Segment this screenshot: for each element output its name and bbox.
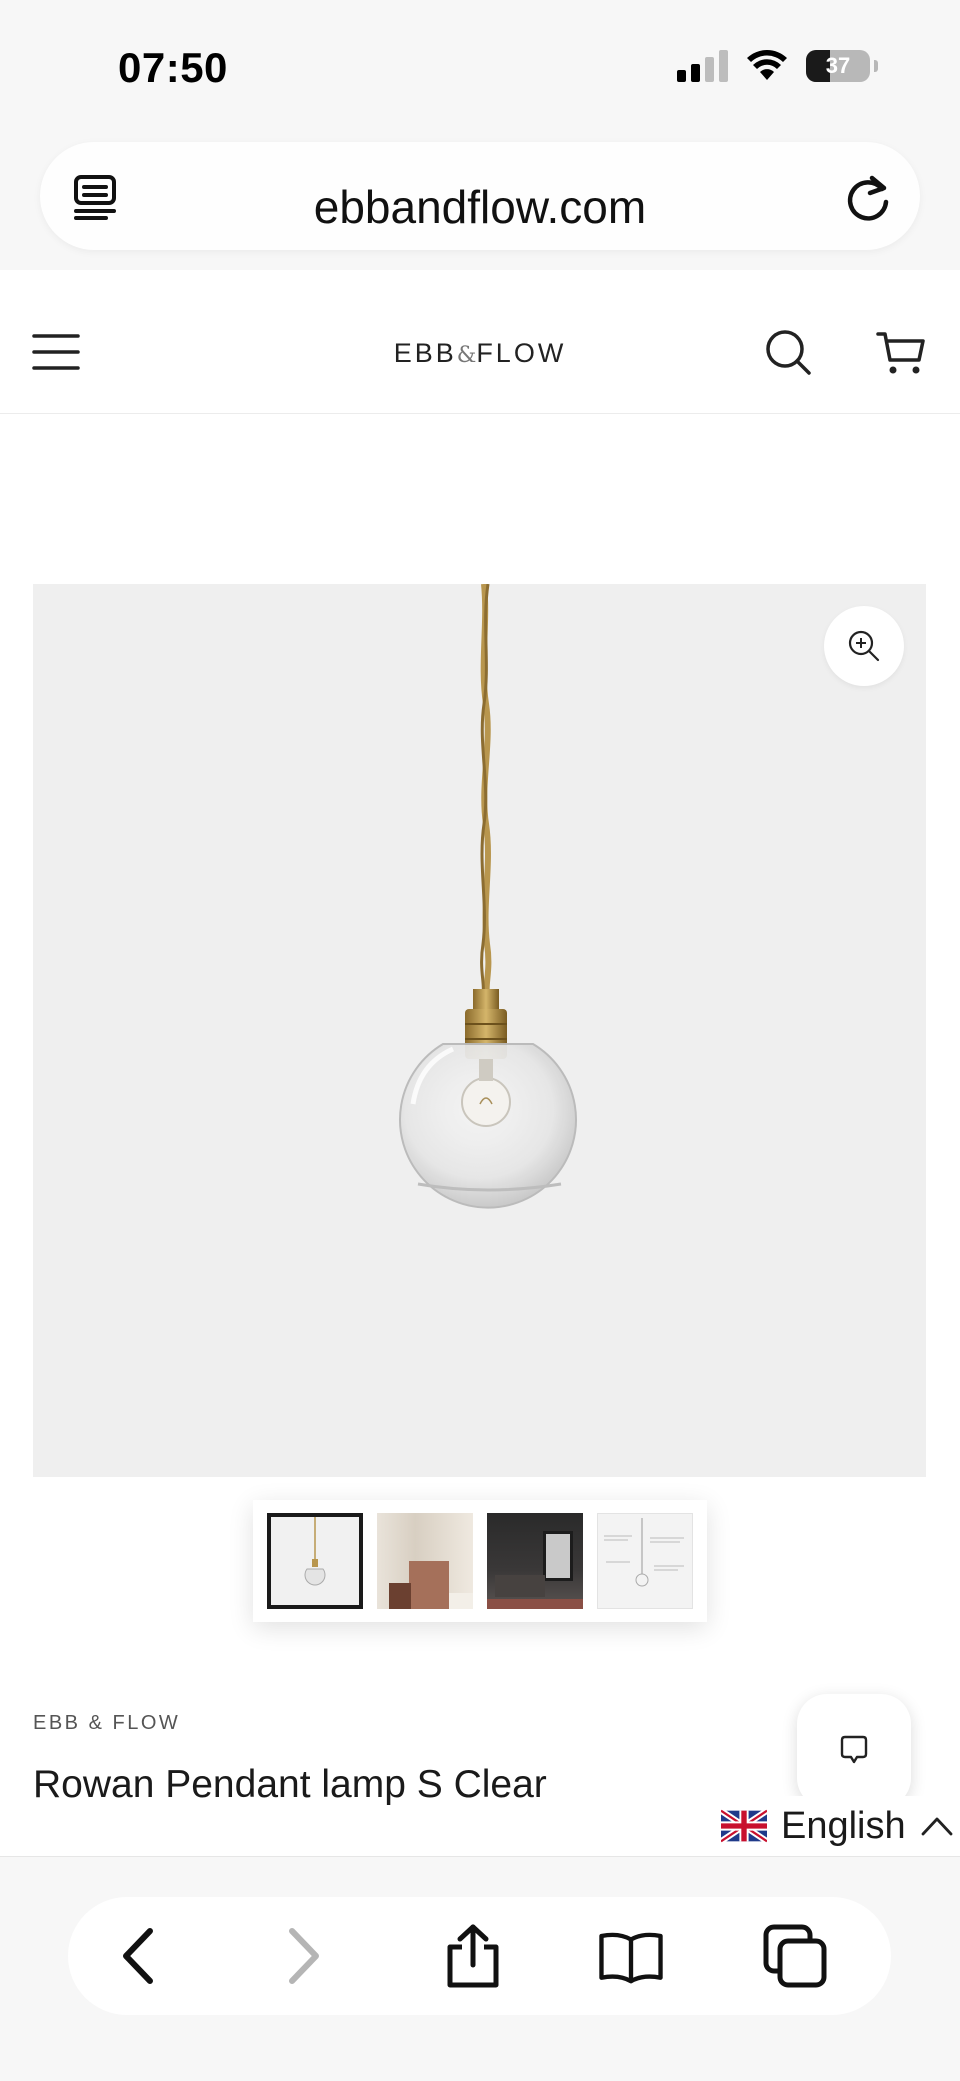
thumbnail-bed-headboard <box>409 1561 449 1609</box>
zoom-button[interactable] <box>824 606 904 686</box>
logo-right: FLOW <box>476 338 567 368</box>
thumbnail-sofa <box>495 1575 545 1597</box>
status-bar: 07:50 37 <box>0 0 960 130</box>
product-title: Rowan Pendant lamp S Clear <box>33 1763 547 1806</box>
cart-icon[interactable] <box>876 328 926 376</box>
search-icon[interactable] <box>764 328 812 376</box>
battery-icon: 37 <box>806 50 870 82</box>
language-label: English <box>781 1804 906 1847</box>
chat-button[interactable] <box>797 1694 911 1808</box>
battery-percent: 37 <box>825 53 851 78</box>
thumbnail-4[interactable] <box>597 1513 693 1609</box>
pendant-lamp-image <box>399 584 577 1209</box>
bookmarks-icon[interactable] <box>598 1923 664 1989</box>
thumbnail-window <box>543 1531 573 1581</box>
forward-icon[interactable] <box>268 1923 334 1989</box>
site-header: EBB&FLOW <box>0 290 960 414</box>
thumbnail-3[interactable] <box>487 1513 583 1609</box>
browser-toolbar <box>68 1897 891 2015</box>
chat-bubble-icon <box>840 1735 868 1764</box>
battery-tip <box>874 60 878 72</box>
tabs-icon[interactable] <box>762 1923 828 1989</box>
url-text[interactable]: ebbandflow.com <box>40 180 920 234</box>
status-icons: 37 <box>677 50 878 82</box>
thumbnail-1[interactable] <box>267 1513 363 1609</box>
logo-left: EBB <box>393 338 457 368</box>
thumbnail-nightstand <box>389 1583 411 1609</box>
product-image[interactable] <box>33 584 926 1477</box>
thumbnail-strip <box>253 1500 707 1622</box>
back-icon[interactable] <box>108 1923 174 1989</box>
site-logo[interactable]: EBB&FLOW <box>0 338 960 369</box>
cellular-signal-icon <box>677 50 728 82</box>
zoom-in-icon <box>848 630 880 662</box>
logo-amp: & <box>456 343 477 368</box>
product-vendor[interactable]: EBB & FLOW <box>33 1712 180 1735</box>
thumbnail-rug <box>487 1599 583 1609</box>
browser-toolbar-area <box>0 1856 960 2081</box>
address-bar[interactable]: ebbandflow.com <box>40 142 920 250</box>
share-icon[interactable] <box>440 1923 506 1989</box>
chevron-up-icon <box>921 1817 953 1836</box>
status-time: 07:50 <box>118 44 228 91</box>
uk-flag-icon <box>721 1809 767 1843</box>
thumbnail-2[interactable] <box>377 1513 473 1609</box>
browser-address-area: ebbandflow.com <box>0 130 960 270</box>
wifi-icon <box>747 50 787 80</box>
language-selector[interactable]: English <box>715 1796 960 1856</box>
thumbnail-bedding <box>449 1593 473 1609</box>
thumbnail-diagram <box>604 1518 684 1587</box>
reload-icon[interactable] <box>842 172 894 224</box>
thumbnail-lamp-image <box>304 1517 326 1586</box>
